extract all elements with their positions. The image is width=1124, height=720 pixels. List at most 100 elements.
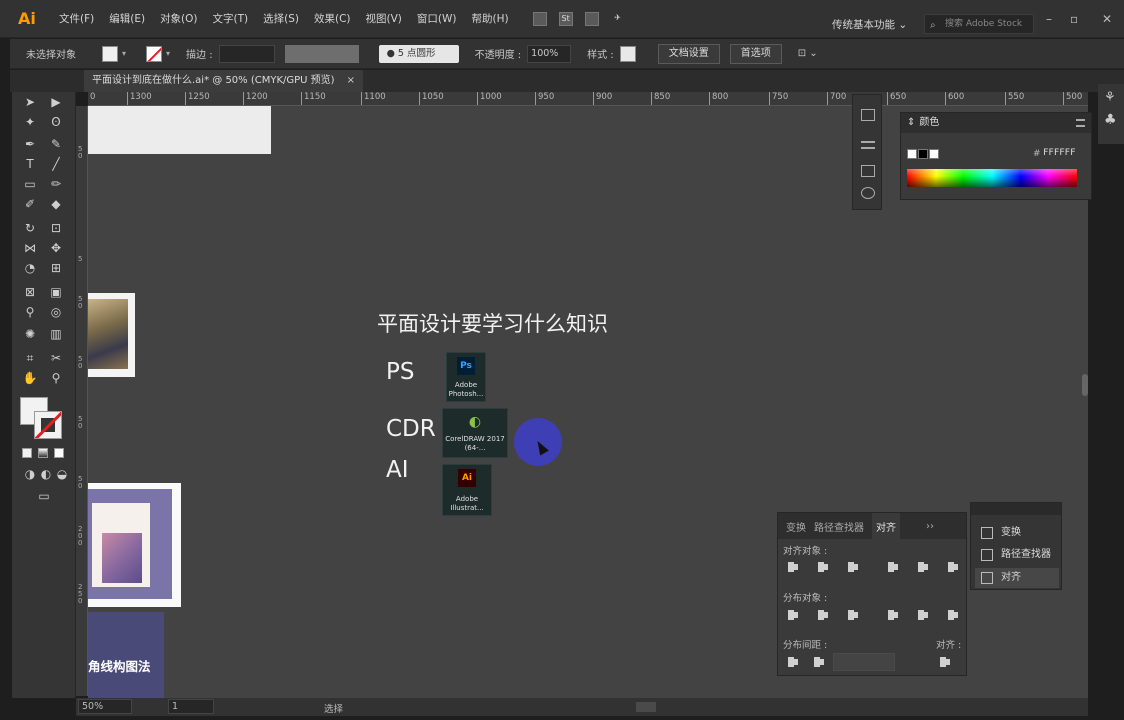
align-horizontal-center-icon[interactable]: [816, 561, 830, 573]
distribute-horizontal-center-icon[interactable]: [916, 609, 930, 621]
panel-menu-icon[interactable]: [1076, 119, 1085, 127]
scale-tool-icon[interactable]: ⊡: [48, 220, 64, 236]
eraser-tool-icon[interactable]: ◆: [48, 196, 64, 212]
stroke-panel-icon[interactable]: [861, 141, 875, 149]
gradient-mode-icon[interactable]: [38, 448, 48, 458]
menu-type[interactable]: 文字(T): [213, 11, 249, 26]
artboard-white-block[interactable]: [88, 106, 271, 154]
menu-file[interactable]: 文件(F): [59, 11, 94, 26]
photoshop-shortcut-icon[interactable]: Ps Adobe Photosh...: [446, 352, 486, 402]
artboard-tool-icon[interactable]: ⌗: [22, 350, 38, 366]
libraries-icon[interactable]: ⚘: [1104, 90, 1116, 105]
stroke-weight-input[interactable]: [218, 44, 275, 63]
distribute-vertical-center-icon[interactable]: [816, 609, 830, 621]
graphic-style-swatch[interactable]: [619, 45, 636, 62]
document-setup-button[interactable]: 文档设置: [657, 43, 720, 64]
stock-icon[interactable]: St: [558, 11, 573, 26]
distribute-top-icon[interactable]: [786, 609, 800, 621]
search-stock-input[interactable]: ⌕ 搜索 Adobe Stock: [924, 14, 1034, 34]
eyedropper-tool-icon[interactable]: ⚲: [22, 304, 38, 320]
menu-edit[interactable]: 编辑(E): [109, 11, 145, 26]
chevron-down-icon[interactable]: ▾: [122, 49, 126, 58]
arrange-documents-icon[interactable]: [584, 11, 599, 26]
menu-window[interactable]: 窗口(W): [417, 11, 457, 26]
artwork-photo[interactable]: [88, 293, 135, 377]
illustrator-shortcut-icon[interactable]: Ai Adobe Illustrat...: [442, 464, 492, 516]
vertical-distribute-space-icon[interactable]: [786, 656, 800, 668]
fill-swatch[interactable]: [102, 45, 118, 62]
maximize-icon[interactable]: ▫: [1070, 12, 1078, 26]
tab-align[interactable]: 对齐: [872, 512, 900, 540]
collapsed-panel-header[interactable]: [971, 503, 1061, 515]
color-panel-header[interactable]: ⇕ 颜色: [901, 113, 1091, 133]
curvature-tool-icon[interactable]: ✎: [48, 136, 64, 152]
stroke-color-swatch[interactable]: [34, 411, 62, 439]
blend-tool-icon[interactable]: ◎: [48, 304, 64, 320]
lasso-tool-icon[interactable]: ʘ: [48, 114, 64, 130]
vertical-scrollbar[interactable]: [1082, 374, 1088, 396]
stroke-swatch[interactable]: [146, 45, 163, 62]
none-mode-icon[interactable]: [54, 448, 64, 458]
collapsed-item-transform[interactable]: 变换: [975, 523, 1059, 543]
mesh-tool-icon[interactable]: ⊠: [22, 284, 38, 300]
preferences-button[interactable]: 首选项: [729, 43, 782, 64]
opacity-input[interactable]: 100%: [527, 44, 572, 63]
transparency-panel-icon[interactable]: [861, 187, 875, 199]
close-icon[interactable]: ✕: [1102, 12, 1112, 26]
zoom-level-dropdown[interactable]: 50%: [78, 699, 132, 714]
rotate-tool-icon[interactable]: ↻: [22, 220, 38, 236]
perspective-grid-tool-icon[interactable]: ⊞: [48, 260, 64, 276]
tab-pathfinder[interactable]: 路径查找器: [814, 519, 864, 534]
menu-help[interactable]: 帮助(H): [472, 11, 509, 26]
none-swatch[interactable]: [907, 149, 917, 159]
menu-object[interactable]: 对象(O): [160, 11, 197, 26]
align-top-icon[interactable]: [886, 561, 900, 573]
horizontal-scrollbar[interactable]: [636, 702, 656, 712]
image-trace-icon[interactable]: [861, 109, 875, 121]
draw-behind-icon[interactable]: ◐: [38, 466, 54, 482]
color-spectrum[interactable]: [907, 169, 1077, 187]
screen-mode-icon[interactable]: ▭: [36, 488, 52, 504]
panel-collapse-icon[interactable]: ››: [926, 521, 934, 532]
gpu-performance-icon[interactable]: ✈: [611, 12, 625, 26]
type-tool-icon[interactable]: T: [22, 156, 38, 172]
distribute-bottom-icon[interactable]: [846, 609, 860, 621]
gradient-tool-icon[interactable]: ▣: [48, 284, 64, 300]
brush-definition-dropdown[interactable]: ● 5 点圆形: [378, 44, 459, 63]
paintbrush-tool-icon[interactable]: ✏: [48, 176, 64, 192]
document-tab[interactable]: 平面设计到底在做什么.ai* @ 50% (CMYK/GPU 预览) ×: [84, 70, 363, 92]
draw-normal-icon[interactable]: ◑: [22, 466, 38, 482]
bridge-icon[interactable]: [532, 11, 547, 26]
menu-select[interactable]: 选择(S): [263, 11, 299, 26]
shape-builder-tool-icon[interactable]: ◔: [22, 260, 38, 276]
line-tool-icon[interactable]: ╱: [48, 156, 64, 172]
black-swatch[interactable]: [918, 149, 928, 159]
distribute-left-icon[interactable]: [886, 609, 900, 621]
collapsed-item-pathfinder[interactable]: 路径查找器: [975, 545, 1059, 565]
distribute-spacing-input[interactable]: [833, 653, 895, 671]
close-tab-icon[interactable]: ×: [347, 75, 355, 86]
width-tool-icon[interactable]: ⋈: [22, 240, 38, 256]
hand-tool-icon[interactable]: ✋: [22, 370, 38, 386]
artboard-navigator[interactable]: 1: [168, 699, 214, 714]
free-transform-tool-icon[interactable]: ✥: [48, 240, 64, 256]
align-to-dropdown-icon[interactable]: [938, 656, 952, 668]
shaper-tool-icon[interactable]: ✐: [22, 196, 38, 212]
selection-tool-icon[interactable]: ➤: [22, 94, 38, 110]
direct-selection-tool-icon[interactable]: ▶: [48, 94, 64, 110]
color-mode-icon[interactable]: [22, 448, 32, 458]
collapsed-item-align[interactable]: 对齐: [975, 568, 1059, 588]
magic-wand-tool-icon[interactable]: ✦: [22, 114, 38, 130]
menu-effect[interactable]: 效果(C): [314, 11, 351, 26]
menu-view[interactable]: 视图(V): [366, 11, 402, 26]
artwork-blue-card[interactable]: 角线构图法: [88, 612, 164, 698]
minimize-icon[interactable]: –: [1046, 12, 1052, 26]
workspace-switcher[interactable]: 传统基本功能 ⌄: [832, 17, 907, 32]
align-bottom-icon[interactable]: [946, 561, 960, 573]
zoom-tool-icon[interactable]: ⚲: [48, 370, 64, 386]
symbol-sprayer-tool-icon[interactable]: ✺: [22, 326, 38, 342]
tab-transform[interactable]: 变换: [786, 519, 806, 534]
horizontal-distribute-space-icon[interactable]: [812, 656, 826, 668]
distribute-right-icon[interactable]: [946, 609, 960, 621]
rectangle-tool-icon[interactable]: ▭: [22, 176, 38, 192]
